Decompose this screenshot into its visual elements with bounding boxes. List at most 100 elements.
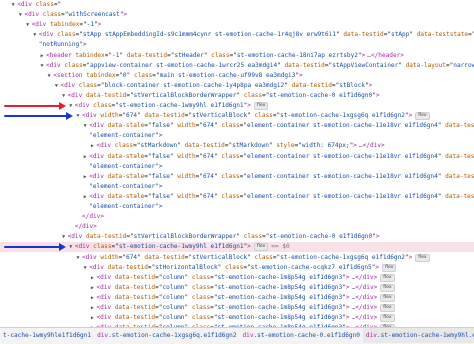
flex-layout-badge[interactable]: flex	[380, 304, 395, 312]
breadcrumb-item[interactable]: t-cache-1wmy9hle1f1d6gn1	[0, 328, 94, 343]
attribute-quote: "	[203, 51, 208, 59]
dom-node-content: ▼ <div class="withScreencast">	[16, 10, 127, 20]
flex-layout-badge[interactable]: flex	[380, 314, 395, 323]
dom-node-row[interactable]: ▶"element-container">	[0, 131, 474, 141]
attribute-value: stMarkdown	[140, 142, 178, 150]
dom-node-row[interactable]: ▶</div>	[0, 222, 474, 232]
attribute-value: 674	[202, 122, 214, 130]
expand-triangle-closed-icon[interactable]: ▶	[81, 152, 89, 162]
dom-node-row[interactable]: ▶ <header tabindex="-1" data-testid="stHe…	[0, 51, 474, 61]
breadcrumb-item[interactable]: div.st-emotion-cache-0.e1f1d6gn0	[239, 328, 362, 343]
elements-dom-tree[interactable]: ▼ <div class=" ▼ <div class="withScreencast…	[0, 0, 474, 327]
dom-node-row[interactable]: ▶</div>	[0, 212, 474, 222]
attribute-name: width	[177, 192, 196, 200]
dom-node-row[interactable]: ▼ <div class="block-container st-emotion-…	[0, 81, 474, 91]
blue-annotation-arrow	[4, 115, 67, 118]
attribute-value: st-emotion-cache-1m8p54g e1f1d6gn3	[217, 314, 343, 322]
dom-node-row[interactable]: ▼ <div data-testid="stVerticalBlockBorder…	[0, 232, 474, 242]
attribute-quote: "	[169, 152, 174, 160]
attribute-quote: "	[437, 172, 442, 180]
attribute-quote: ="	[75, 31, 83, 39]
dom-node-row[interactable]: ▼ <div class="appview-container st-emotio…	[0, 61, 474, 71]
dom-node-row[interactable]: ▶<div data-testid="column" class="st-emo…	[0, 293, 474, 303]
flex-layout-badge[interactable]: flex	[415, 253, 430, 262]
dom-node-row[interactable]: ▼ <div data-stale="false" width="674" cla…	[0, 121, 474, 131]
attribute-quote: "	[409, 31, 414, 39]
tag-bracket: >	[361, 51, 366, 59]
attribute-name: class	[93, 102, 112, 109]
attribute-value: st-emotion-cache-1m8p54g e1f1d6gn3	[217, 283, 343, 291]
dom-node-row[interactable]: ▶<div data-testid="column" class="st-emo…	[0, 273, 474, 283]
flex-layout-badge[interactable]: flex	[380, 293, 395, 302]
dom-node-content: ▼ <section tabindex="0" class="main st-em…	[45, 71, 303, 81]
flex-layout-badge[interactable]: flex	[380, 283, 395, 292]
attribute-quote: "	[184, 273, 189, 281]
expand-triangle-open-icon[interactable]: ▼	[74, 253, 82, 263]
expand-triangle-open-icon[interactable]: ▼	[24, 20, 32, 30]
dom-node-row[interactable]: ▶"notRunning">	[0, 40, 474, 50]
dom-node-row[interactable]: ▶"element-container">	[0, 182, 474, 192]
flex-layout-badge[interactable]: flex	[253, 243, 269, 252]
dom-node-row[interactable]: ▼ <div class="withScreencast">	[0, 10, 474, 20]
attribute-quote: ="	[195, 122, 203, 130]
attribute-value: element-container st-emotion-cache-11e18…	[247, 122, 438, 130]
breadcrumb-item[interactable]: div.st-emotion-cache-1wmy9hl.e1f1d6gn1	[362, 328, 474, 343]
expand-triangle-open-icon[interactable]: ▼	[45, 71, 53, 81]
expand-triangle-open-icon[interactable]: ▼	[74, 111, 82, 121]
dom-node-row[interactable]: ▶<div data-testid="column" class="st-emo…	[0, 303, 474, 313]
expand-triangle-open-icon[interactable]: ▼	[9, 0, 17, 10]
closing-tag: </div>	[355, 314, 378, 322]
dom-node-row[interactable]: ▼ <div class="	[0, 0, 474, 10]
dom-node-row[interactable]: ▶ <div data-stale="false" width="674" cla…	[0, 172, 474, 182]
dom-node-row[interactable]: ▶ <div data-stale="false" width="674" cla…	[0, 192, 474, 202]
closing-tag: </div>	[355, 273, 378, 281]
dom-node-row[interactable]: ▼ <div width="674" data-testid="stVertica…	[0, 253, 474, 263]
dom-node-row[interactable]: ▼ <div data-testid="stHorizontalBlock" cl…	[0, 263, 474, 273]
dom-node-row[interactable]: ▶<div data-testid="column" class="st-emo…	[0, 283, 474, 293]
dom-node-row[interactable]: ▶"element-container">	[0, 202, 474, 212]
dom-node-row-selected[interactable]: ▼ <div class="st-emotion-cache-1wmy9hl e1…	[0, 242, 474, 253]
expand-triangle-closed-icon[interactable]: ▶	[81, 172, 89, 182]
expand-triangle-open-icon[interactable]: ▼	[67, 242, 75, 252]
flex-layout-badge[interactable]: flex	[253, 102, 269, 110]
attribute-value-continuation: "element-container">	[89, 203, 163, 210]
dom-node-row[interactable]: ▶ <div data-stale="false" width="674" cla…	[0, 152, 474, 162]
expand-triangle-open-icon[interactable]: ▼	[81, 263, 89, 273]
breadcrumb-bar: t-cache-1wmy9hle1f1d6gn1 div.st-emotion-c…	[0, 327, 474, 344]
attribute-name: data-stale	[107, 172, 145, 180]
dom-node-row[interactable]: ▶"element-container">	[0, 162, 474, 172]
attribute-quote: "	[184, 314, 189, 322]
attribute-name: style	[276, 142, 295, 150]
expand-triangle-open-icon[interactable]: ▼	[67, 101, 75, 111]
expand-triangle-open-icon[interactable]: ▼	[31, 30, 39, 40]
dom-node-row[interactable]: ▼ <div class="st-emotion-cache-1wmy9hl e1…	[0, 101, 474, 111]
expand-triangle-open-icon[interactable]: ▼	[38, 61, 46, 71]
tag-name: div	[64, 81, 76, 89]
tag-bracket: >	[123, 11, 128, 19]
dom-node-row[interactable]: ▼ <div tabindex="-1">	[0, 20, 474, 30]
dom-node-content: ▶<div data-testid="column" class="st-emo…	[88, 313, 395, 323]
expand-triangle-open-icon[interactable]: ▼	[60, 91, 68, 101]
flex-layout-badge[interactable]: flex	[382, 263, 397, 272]
dom-node-content: ▶ <div data-stale="false" width="674" cla…	[81, 172, 474, 182]
expand-triangle-open-icon[interactable]: ▼	[81, 121, 89, 131]
flex-layout-badge[interactable]: flex	[380, 273, 395, 282]
flex-layout-badge[interactable]: flex	[415, 112, 430, 121]
dom-node-row[interactable]: ▶<div data-testid="column" class="st-emo…	[0, 313, 474, 323]
dom-node-row[interactable]: ▼ <div class="stApp stAppEmbeddingId-s9c1…	[0, 30, 474, 40]
dom-node-content: ▶<div data-testid="column" class="st-emo…	[88, 293, 395, 303]
attribute-value: element-container st-emotion-cache-11e18…	[247, 152, 438, 160]
attribute-quote: "	[213, 152, 218, 160]
closing-tag: </div>	[74, 223, 97, 231]
expand-triangle-open-icon[interactable]: ▼	[60, 232, 68, 242]
breadcrumb-item[interactable]: div.st-emotion-cache-1xgsg6q.e1f1d6gn2	[94, 328, 239, 343]
attribute-name: class	[64, 61, 83, 69]
dom-node-row[interactable]: ▶ <div class="stMarkdown" data-testid="st…	[0, 141, 474, 151]
expand-triangle-closed-icon[interactable]: ▶	[38, 51, 46, 61]
attribute-quote: ="	[144, 122, 152, 130]
tag-name: div	[100, 142, 112, 150]
expand-triangle-closed-icon[interactable]: ▶	[81, 192, 89, 202]
attribute-value: element-container st-emotion-cache-11e18…	[247, 172, 438, 180]
dom-node-row[interactable]: ▼ <div data-testid="stVerticalBlockBorder…	[0, 91, 474, 101]
dom-node-row[interactable]: ▼ <section tabindex="0" class="main st-em…	[0, 71, 474, 81]
